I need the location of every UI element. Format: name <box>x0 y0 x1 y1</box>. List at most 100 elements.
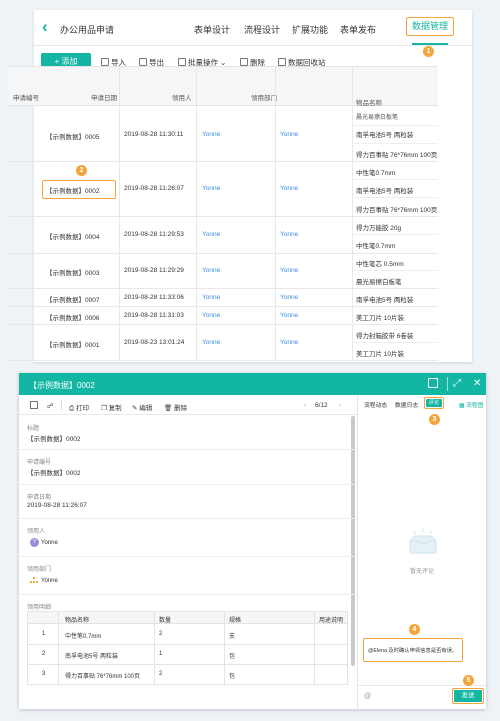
detail-row-qty: 2 <box>159 671 163 677</box>
column-divider <box>119 66 120 360</box>
cell-dept[interactable]: Yonne <box>280 231 298 238</box>
printer-icon: ⎙ <box>69 405 77 412</box>
cell-item: 南孚电池5号 两粒装 <box>356 188 414 195</box>
col-header-dept: 领用部门 <box>251 95 277 102</box>
cell-dept[interactable]: Yonne <box>280 267 298 274</box>
cell-item: 美工刀片 10片装 <box>356 315 405 322</box>
field-label-detail: 领用明细 <box>27 605 52 611</box>
tab-flow-activity[interactable]: 流程动态 <box>364 400 387 409</box>
field-label-person: 领用人 <box>27 529 46 535</box>
col-divider <box>224 612 225 684</box>
cell-item: 中性笔0.7mm <box>356 170 396 177</box>
edit-button[interactable]: ✎ 编辑 <box>132 402 152 412</box>
cell-item: 南孚电池5号 两粒装 <box>356 132 414 139</box>
cell-id[interactable]: 【示例数据】0005 <box>46 131 99 141</box>
cell-person[interactable]: Yonne <box>202 339 220 346</box>
cell-id[interactable]: 【示例数据】0002 <box>46 185 99 195</box>
cell-person[interactable]: Yonne <box>202 131 220 138</box>
cell-id[interactable]: 【示例数据】0003 <box>46 267 99 277</box>
cell-item: 南孚电池5号 两粒装 <box>356 297 414 304</box>
share-icon[interactable] <box>30 401 38 409</box>
expand-icon[interactable]: ⤢ <box>453 378 461 390</box>
cell-id[interactable]: 【示例数据】0004 <box>46 231 99 241</box>
at-mention-icon[interactable]: @ <box>364 693 371 700</box>
cell-dept[interactable]: Yonne <box>280 339 298 346</box>
field-value-dept[interactable]: Yonne <box>41 578 58 584</box>
header-divider <box>447 377 448 391</box>
cell-person[interactable]: Yonne <box>202 267 220 274</box>
row-divider <box>7 253 438 254</box>
tab-flow-chart[interactable]: ▦ 流程图 <box>459 400 484 409</box>
detail-row-index: 3 <box>42 671 46 677</box>
delete-button[interactable]: 🗑 删除 <box>164 402 187 412</box>
field-value-title: 【示例数据】0002 <box>27 436 81 443</box>
flow-chart-icon: ▦ <box>459 403 465 409</box>
field-label-id: 申请编号 <box>27 460 52 466</box>
cell-date: 2019-08-28 11:29:53 <box>124 231 184 238</box>
back-arrow-icon[interactable]: ‹ <box>42 18 56 35</box>
detail-col-spec: 规格 <box>229 618 242 624</box>
print-button[interactable]: ⎙ 打印 <box>69 402 89 413</box>
cell-date: 2019-08-28 11:26:07 <box>124 185 184 192</box>
cell-dept[interactable]: Yonne <box>280 185 298 192</box>
field-value-person[interactable]: Yonne <box>41 540 58 546</box>
cell-date: 2019-08-28 11:33:06 <box>124 294 184 301</box>
cell-item: 晨光易擦白板笔 <box>356 279 402 286</box>
print-label: 打印 <box>76 405 90 412</box>
column-divider <box>275 66 276 360</box>
field-label-dept: 领用部门 <box>27 567 52 573</box>
cell-id[interactable]: 【示例数据】0006 <box>46 312 99 322</box>
cell-dept[interactable]: Yonne <box>280 294 298 301</box>
field-divider <box>19 594 357 595</box>
cell-person[interactable]: Yonne <box>202 231 220 238</box>
send-button[interactable]: 发送 <box>454 690 482 702</box>
empty-comments-text: 暂无评论 <box>410 569 435 575</box>
cell-id[interactable]: 【示例数据】0001 <box>46 339 99 349</box>
flow-chart-label: 流程图 <box>466 403 484 409</box>
cell-date: 2019-08-28 11:31:03 <box>124 312 184 319</box>
tab-form-publish[interactable]: 表单发布 <box>340 23 376 36</box>
copy-button[interactable]: ❐ 复制 <box>101 402 122 412</box>
sub-divider <box>353 342 438 343</box>
tab-form-design[interactable]: 表单设计 <box>194 23 230 36</box>
window-icon[interactable] <box>428 378 438 388</box>
batch-icon <box>178 58 186 66</box>
tab-extensions[interactable]: 扩展功能 <box>292 23 328 36</box>
row-divider <box>7 360 438 361</box>
prev-icon[interactable]: ‹ <box>304 402 306 409</box>
cell-dept[interactable]: Yonne <box>280 131 298 138</box>
sub-divider <box>353 143 438 144</box>
table-header: 申请编号 申请日期 领用人 领用部门 物品名称 <box>7 66 438 107</box>
next-icon[interactable]: › <box>339 402 341 409</box>
partial-item-text: 晨光易擦白板笔 <box>356 115 399 121</box>
cell-person[interactable]: Yonne <box>202 294 220 301</box>
detail-table: 物品名称 数量 规格 用途说明 1 中性笔0.7mm 2 支 2 南孚电池5号 … <box>27 611 348 685</box>
col-header-id: 申请编号 <box>13 95 39 102</box>
sub-divider <box>353 125 438 126</box>
detail-row-spec: 支 <box>229 634 236 640</box>
cell-id[interactable]: 【示例数据】0007 <box>46 294 99 304</box>
column-divider <box>352 66 353 360</box>
delete-label: 删除 <box>174 405 188 412</box>
cell-item: 美工刀片 10片装 <box>356 351 405 358</box>
tab-data-management[interactable]: 数据管理 <box>406 17 454 36</box>
tab-flow-design[interactable]: 流程设计 <box>244 23 280 36</box>
scrollbar[interactable] <box>351 416 355 666</box>
close-icon[interactable]: ✕ <box>473 378 481 390</box>
sub-divider <box>353 179 438 180</box>
col-header-date: 申请日期 <box>91 95 117 102</box>
row-divider <box>7 324 438 325</box>
col-header-person: 领用人 <box>172 95 192 102</box>
tab-data-log[interactable]: 数据日志 <box>395 400 418 409</box>
cell-dept[interactable]: Yonne <box>280 312 298 319</box>
cell-item: 中性笔0.7mm <box>356 243 396 250</box>
detail-row-spec: 包 <box>229 654 236 660</box>
cell-person[interactable]: Yonne <box>202 185 220 192</box>
org-chart-icon <box>30 577 38 583</box>
cell-person[interactable]: Yonne <box>202 312 220 319</box>
field-value-date: 2019-08-28 11:26:07 <box>27 502 87 509</box>
row-divider <box>7 288 438 289</box>
link-icon[interactable]: ☍ <box>47 402 54 410</box>
tab-comment[interactable]: 评论 <box>426 399 442 407</box>
col-header-items: 物品名称 <box>356 100 382 107</box>
